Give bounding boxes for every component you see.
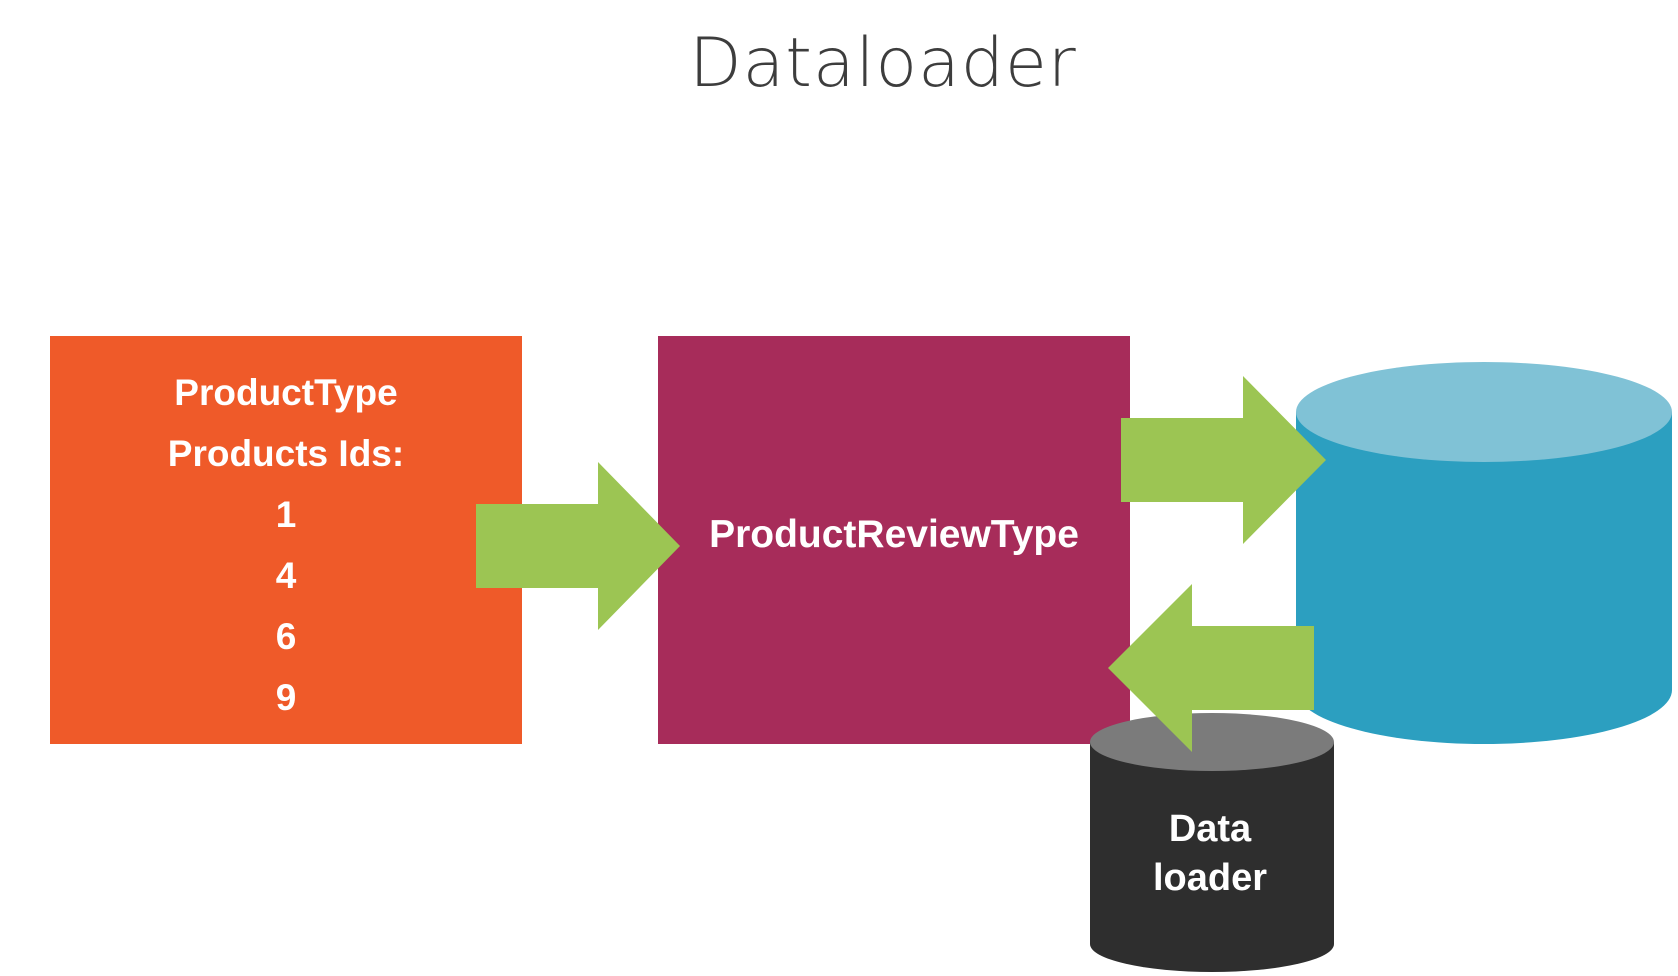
database-top: [1296, 362, 1672, 462]
dataloader-label-line2: loader: [1152, 857, 1268, 899]
right-arrow-icon: [476, 462, 680, 630]
slide: Dataloader ProductType Products Ids: 1 4…: [0, 0, 1678, 976]
dataloader-top: [1090, 713, 1334, 771]
database-icon: [1296, 362, 1672, 744]
right-arrow-icon: [1121, 376, 1326, 544]
diagram-shapes: [476, 362, 1672, 972]
dataloader-label: Data loader: [1088, 805, 1332, 903]
dataloader-label-line1: Data: [1168, 808, 1252, 850]
